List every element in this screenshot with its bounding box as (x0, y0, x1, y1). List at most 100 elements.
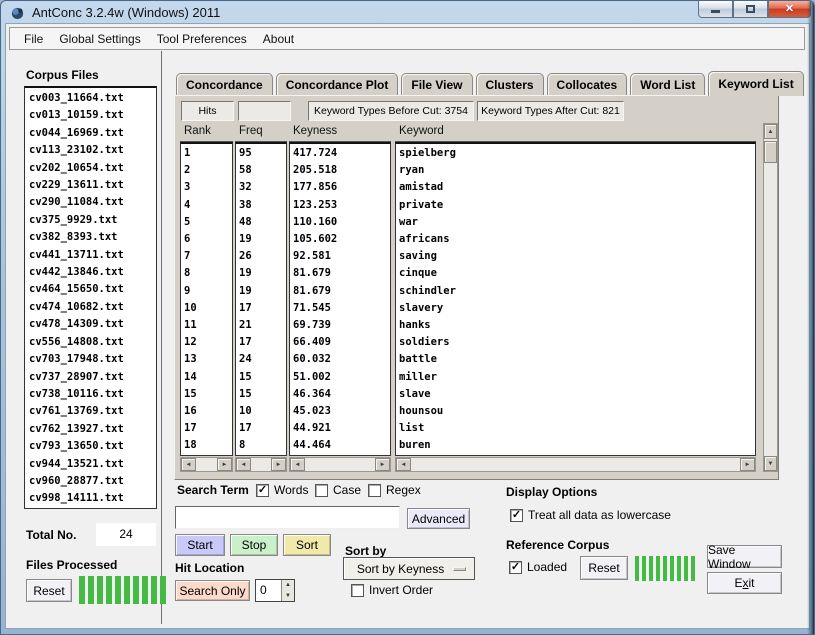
scroll-right-icon[interactable]: ► (271, 458, 286, 471)
keyword-cell[interactable]: africans (399, 231, 755, 248)
freq-cell[interactable]: 19 (239, 283, 286, 300)
keyness-cell[interactable]: 92.581 (293, 248, 390, 265)
rank-cell[interactable]: 9 (184, 283, 232, 300)
corpus-file-item[interactable]: cv003_11664.txt (29, 90, 156, 107)
keyness-cell[interactable]: 60.032 (293, 351, 390, 368)
freq-cell[interactable]: 10 (239, 403, 286, 420)
rank-cell[interactable]: 10 (184, 300, 232, 317)
freq-cell[interactable]: 21 (239, 317, 286, 334)
rank-cell[interactable]: 13 (184, 351, 232, 368)
rank-cell[interactable]: 1 (184, 145, 232, 162)
keyness-list[interactable]: 417.724205.518177.856123.253110.160105.6… (289, 142, 391, 456)
stop-button[interactable]: Stop (230, 534, 278, 556)
rank-cell[interactable]: 2 (184, 162, 232, 179)
keyness-cell[interactable]: 110.160 (293, 214, 390, 231)
keyword-cell[interactable]: saving (399, 248, 755, 265)
corpus-file-item[interactable]: cv762_13927.txt (29, 421, 156, 438)
keyness-cell[interactable]: 66.409 (293, 334, 390, 351)
minimize-button[interactable] (698, 1, 733, 18)
loaded-checkbox[interactable]: ✓ (509, 561, 522, 574)
column-header-rank[interactable]: Rank (180, 123, 233, 142)
rank-cell[interactable]: 5 (184, 214, 232, 231)
freq-cell[interactable]: 17 (239, 334, 286, 351)
reference-corpus-reset-button[interactable]: Reset (580, 556, 628, 580)
keyness-cell[interactable]: 46.364 (293, 386, 390, 403)
keyword-cell[interactable]: private (399, 197, 755, 214)
corpus-file-item[interactable]: cv998_14111.txt (29, 490, 156, 507)
keyness-cell[interactable]: 45.023 (293, 403, 390, 420)
corpus-file-item[interactable]: cv737_28907.txt (29, 369, 156, 386)
scroll-left-icon[interactable]: ◄ (236, 458, 251, 471)
advanced-button[interactable]: Advanced (407, 508, 470, 529)
rank-cell[interactable]: 15 (184, 386, 232, 403)
freq-cell[interactable]: 95 (239, 145, 286, 162)
freq-cell[interactable]: 19 (239, 231, 286, 248)
exit-button[interactable]: Exit (707, 572, 782, 594)
keyword-cell[interactable]: war (399, 214, 755, 231)
sort-button[interactable]: Sort (283, 534, 331, 556)
corpus-file-item[interactable]: cv944_13521.txt (29, 456, 156, 473)
rank-cell[interactable]: 7 (184, 248, 232, 265)
keyword-cell[interactable]: miller (399, 369, 755, 386)
corpus-file-item[interactable]: cv229_13611.txt (29, 177, 156, 194)
corpus-file-item[interactable]: cv703_17948.txt (29, 351, 156, 368)
rank-cell[interactable]: 6 (184, 231, 232, 248)
corpus-file-item[interactable]: cv290_11084.txt (29, 194, 156, 211)
rank-cell[interactable]: 17 (184, 420, 232, 437)
corpus-file-item[interactable]: cv382_8393.txt (29, 229, 156, 246)
corpus-file-item[interactable]: cv478_14309.txt (29, 316, 156, 333)
freq-cell[interactable]: 26 (239, 248, 286, 265)
keyword-cell[interactable]: battle (399, 351, 755, 368)
corpus-file-item[interactable]: cv113_23102.txt (29, 142, 156, 159)
keyness-cell[interactable]: 205.518 (293, 162, 390, 179)
keyness-cell[interactable]: 81.679 (293, 283, 390, 300)
case-checkbox[interactable] (315, 484, 328, 497)
close-button[interactable]: ✕ (768, 1, 811, 18)
keyword-cell[interactable]: hanks (399, 317, 755, 334)
start-button[interactable]: Start (175, 534, 225, 556)
rank-cell[interactable]: 14 (184, 369, 232, 386)
tab[interactable]: Concordance Plot (276, 73, 399, 96)
rank-hscrollbar[interactable]: ◄ ► (180, 457, 233, 472)
search-input[interactable] (175, 506, 400, 529)
keyword-cell[interactable]: slavery (399, 300, 755, 317)
menu-item[interactable]: Tool Preferences (149, 30, 255, 48)
keyword-cell[interactable]: schindler (399, 283, 755, 300)
words-checkbox[interactable]: ✓ (256, 484, 269, 497)
keyness-cell[interactable]: 51.002 (293, 369, 390, 386)
tab[interactable]: Collocates (547, 73, 628, 96)
keyword-cell[interactable]: spielberg (399, 145, 755, 162)
tab[interactable]: Word List (630, 73, 705, 96)
scroll-down-icon[interactable]: ▼ (764, 456, 777, 471)
corpus-file-item[interactable]: cv793_13650.txt (29, 438, 156, 455)
keyword-cell[interactable]: cinque (399, 265, 755, 282)
rank-cell[interactable]: 4 (184, 197, 232, 214)
freq-cell[interactable]: 38 (239, 197, 286, 214)
invert-order-checkbox[interactable] (351, 584, 364, 597)
keyword-hscrollbar[interactable]: ◄ ► (395, 457, 756, 472)
search-only-button[interactable]: Search Only (175, 580, 250, 601)
keyword-cell[interactable]: list (399, 420, 755, 437)
rank-cell[interactable]: 3 (184, 179, 232, 196)
scroll-left-icon[interactable]: ◄ (181, 458, 196, 471)
corpus-files-list[interactable]: cv003_11664.txtcv013_10159.txtcv044_1696… (24, 86, 157, 509)
tab[interactable]: Clusters (476, 73, 544, 96)
menu-item[interactable]: About (255, 30, 302, 48)
keyness-cell[interactable]: 123.253 (293, 197, 390, 214)
keyword-cell[interactable]: buren (399, 437, 755, 454)
corpus-file-item[interactable]: cv464_15650.txt (29, 281, 156, 298)
scroll-left-icon[interactable]: ◄ (396, 458, 411, 471)
corpus-file-item[interactable]: cv202_10654.txt (29, 160, 156, 177)
menu-item[interactable]: File (16, 30, 51, 48)
scroll-up-icon[interactable]: ▲ (764, 124, 777, 139)
rank-cell[interactable]: 12 (184, 334, 232, 351)
rank-cell[interactable]: 18 (184, 437, 232, 454)
column-header-keyword[interactable]: Keyword (395, 123, 756, 142)
keyword-cell[interactable]: slave (399, 386, 755, 403)
spinner-down-icon[interactable]: ▼ (282, 591, 294, 602)
corpus-file-item[interactable]: cv375_9929.txt (29, 212, 156, 229)
regex-checkbox[interactable] (368, 484, 381, 497)
maximize-button[interactable] (733, 1, 768, 18)
freq-cell[interactable]: 24 (239, 351, 286, 368)
corpus-file-item[interactable]: cv960_28877.txt (29, 473, 156, 490)
